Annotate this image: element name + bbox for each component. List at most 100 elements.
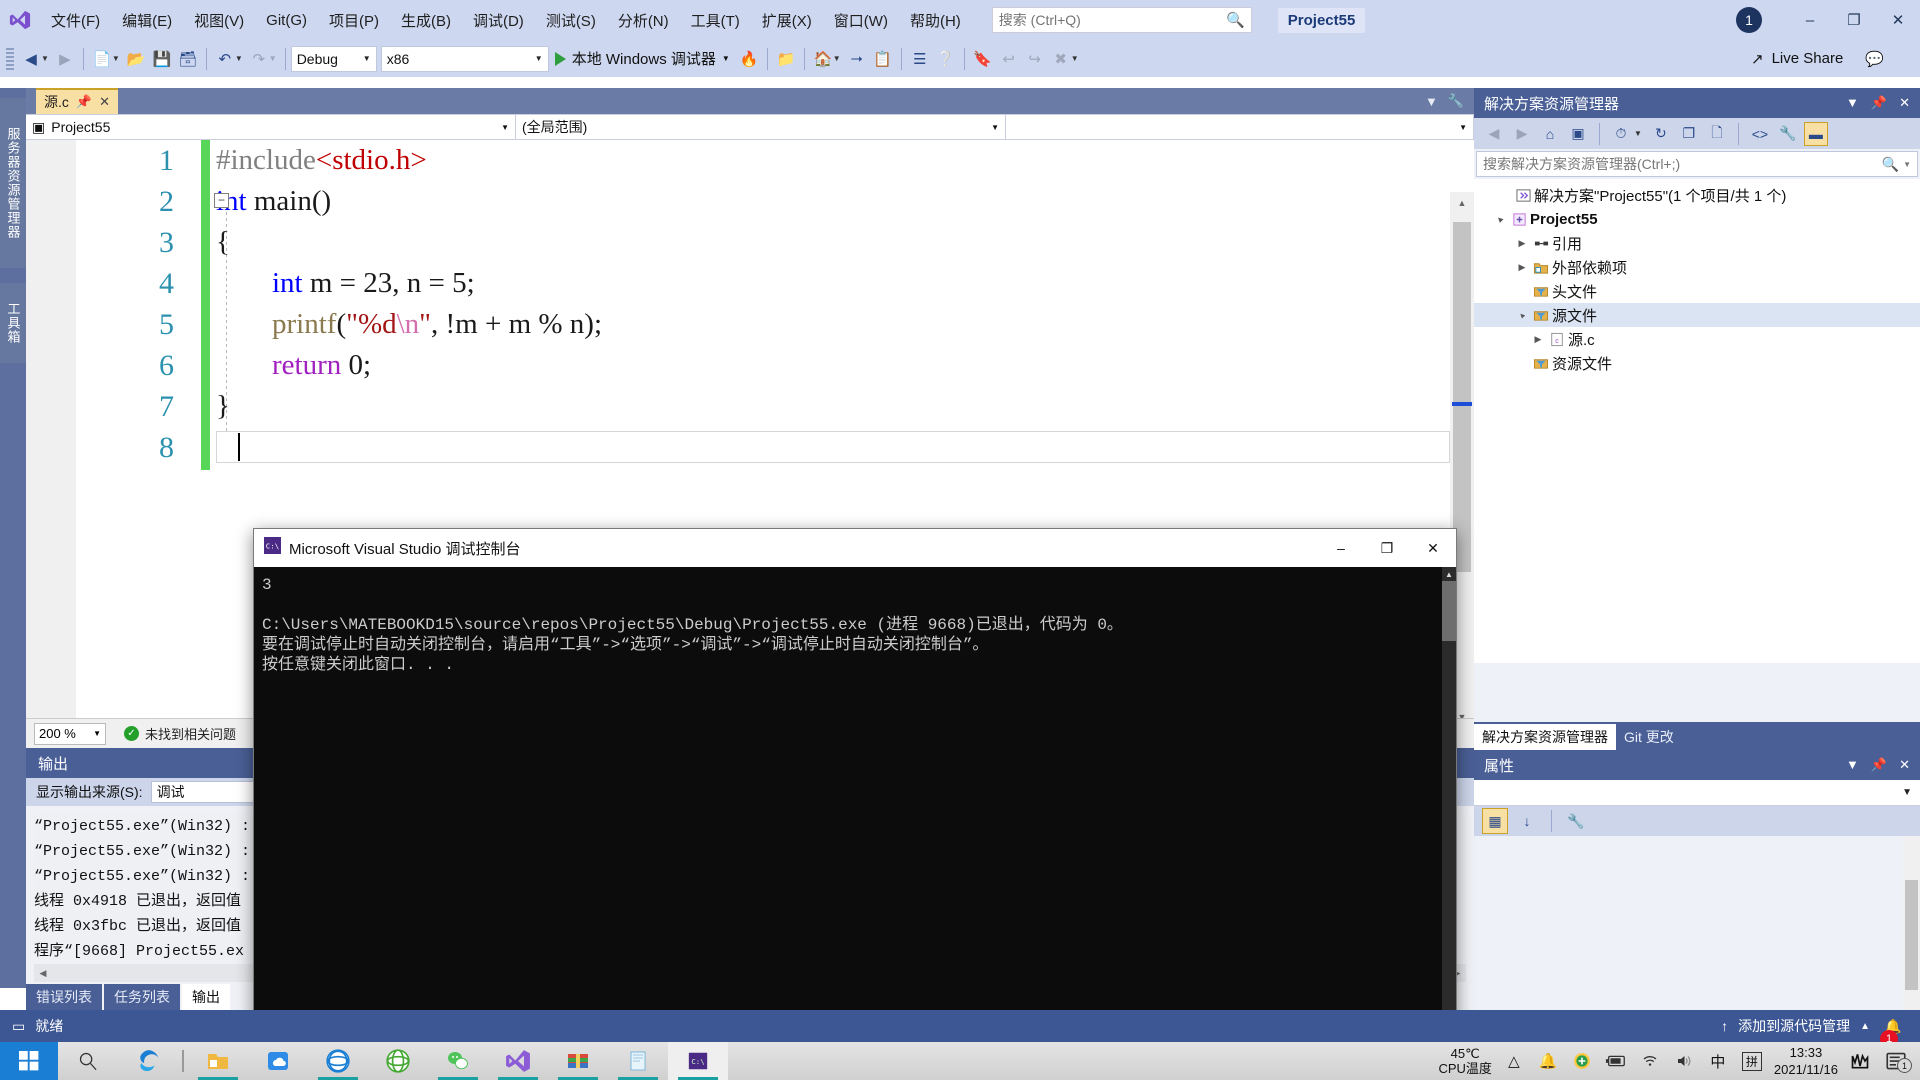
solution-tree[interactable]: 解决方案"Project55"(1 个项目/共 1 个) ▾ Project55… — [1474, 179, 1920, 663]
taskbar-console[interactable]: C:\ — [668, 1042, 728, 1080]
open-file-icon[interactable]: 📂 — [123, 46, 149, 72]
property-pages-icon[interactable]: 🔧 — [1563, 808, 1589, 834]
hot-reload-icon[interactable]: 🔥 — [736, 46, 762, 72]
scrollbar-thumb[interactable] — [1453, 222, 1471, 572]
menu-edit[interactable]: 编辑(E) — [111, 5, 183, 35]
console-close-button[interactable]: ✕ — [1410, 529, 1456, 567]
categorized-view-icon[interactable]: ▦ — [1482, 808, 1508, 834]
tree-node-resource-files[interactable]: 资源文件 — [1474, 351, 1920, 375]
menu-window[interactable]: 窗口(W) — [823, 5, 899, 35]
tab-solution-explorer[interactable]: 解决方案资源管理器 — [1474, 724, 1616, 750]
member-scope-combo-2[interactable]: ▼ — [1006, 114, 1474, 140]
ime-mode-icon[interactable]: 拼 — [1740, 1052, 1764, 1071]
tree-node-project[interactable]: ▾ Project55 — [1474, 207, 1920, 231]
minimize-button[interactable]: – — [1788, 0, 1832, 40]
chevron-up-icon[interactable]: △ — [1502, 1052, 1526, 1070]
chevron-down-icon[interactable]: ▼ — [1846, 757, 1859, 773]
menu-extensions[interactable]: 扩展(X) — [751, 5, 823, 35]
tree-arrow[interactable]: ▶ — [1514, 262, 1530, 273]
taskbar-browser-green[interactable] — [368, 1042, 428, 1080]
taskbar-onedrive[interactable] — [248, 1042, 308, 1080]
toolbar-grip[interactable] — [6, 48, 14, 70]
preview-selected-items-icon[interactable]: ▬ — [1804, 122, 1828, 146]
scroll-up-icon[interactable]: ▲ — [1450, 192, 1474, 214]
taskbar-notepad[interactable] — [608, 1042, 668, 1080]
alphabetical-sort-icon[interactable]: ↓ — [1514, 808, 1540, 834]
editor-tab-source-c[interactable]: 源.c 📌 ✕ — [36, 88, 118, 114]
solution-view-icon[interactable]: ▣ — [1566, 122, 1590, 146]
show-all-files-icon[interactable]: 🗋 — [1705, 122, 1729, 146]
code-text[interactable]: #include<stdio.h> int main() { int m = 2… — [216, 140, 1450, 427]
taskbar-clock[interactable]: 13:33 2021/11/16 — [1774, 1044, 1838, 1078]
solution-config-combo[interactable]: Debug ▼ — [291, 46, 377, 72]
vtab-server-explorer[interactable]: 服务器资源管理器 — [0, 98, 26, 268]
console-vertical-scrollbar[interactable]: ▲ ▼ — [1442, 567, 1456, 1027]
tree-node-references[interactable]: ▶ 引用 — [1474, 231, 1920, 255]
tree-arrow[interactable]: ▶ — [1514, 238, 1530, 249]
close-button[interactable]: ✕ — [1876, 0, 1920, 40]
close-icon[interactable]: ✕ — [1899, 757, 1910, 773]
menu-tools[interactable]: 工具(T) — [680, 5, 751, 35]
console-maximize-button[interactable]: ❐ — [1364, 529, 1410, 567]
tab-error-list[interactable]: 错误列表 — [26, 984, 102, 1010]
pin-icon[interactable]: 📌 — [76, 94, 92, 110]
vtab-toolbox[interactable]: 工具箱 — [0, 283, 26, 363]
taskbar-internet-explorer[interactable] — [308, 1042, 368, 1080]
scroll-left-icon[interactable]: ◀ — [34, 964, 52, 982]
collapse-all-icon[interactable]: ❐ — [1677, 122, 1701, 146]
chevron-down-icon[interactable]: ▼ — [1425, 94, 1438, 109]
toolbar-overflow-icon[interactable]: ▼ — [1071, 54, 1079, 63]
properties-icon[interactable]: 🔧 — [1776, 122, 1800, 146]
pointer-select-icon[interactable]: ⭢ — [844, 46, 870, 72]
preview-dropdown-icon[interactable]: ▼ — [833, 54, 841, 63]
pin-icon[interactable]: 📌 — [1871, 95, 1887, 111]
wifi-icon[interactable] — [1638, 1053, 1662, 1069]
menu-debug[interactable]: 调试(D) — [462, 5, 535, 35]
tree-arrow[interactable]: ▶ — [1530, 334, 1546, 345]
taskbar-wechat[interactable] — [428, 1042, 488, 1080]
breakpoint-gutter[interactable] — [26, 140, 76, 728]
menu-view[interactable]: 视图(V) — [183, 5, 255, 35]
comment-lines-icon[interactable]: ☰ — [907, 46, 933, 72]
taskbar-file-explorer[interactable] — [188, 1042, 248, 1080]
scroll-up-icon[interactable]: ▲ — [1442, 567, 1456, 581]
menu-project[interactable]: 项目(P) — [318, 5, 390, 35]
scrollbar-thumb[interactable] — [1442, 581, 1456, 641]
tree-arrow-expanded[interactable]: ▾ — [1512, 305, 1531, 324]
properties-object-combo[interactable]: ▼ — [1474, 780, 1920, 806]
tree-node-source-c[interactable]: ▶ c 源.c — [1474, 327, 1920, 351]
member-scope-combo[interactable]: (全局范围) ▼ — [516, 114, 1006, 140]
save-icon[interactable]: 💾 — [149, 46, 175, 72]
chevron-down-icon[interactable]: ▼ — [1903, 160, 1911, 169]
uncomment-lines-icon[interactable]: ❔ — [933, 46, 959, 72]
menu-file[interactable]: 文件(F) — [40, 5, 111, 35]
chevron-down-icon[interactable]: ▼ — [1846, 95, 1859, 111]
battery-icon[interactable] — [1604, 1054, 1628, 1068]
scrollbar-thumb[interactable] — [1905, 880, 1918, 990]
console-output[interactable]: 3 C:\Users\MATEBOOKD15\source\repos\Proj… — [254, 567, 1442, 1027]
pending-changes-icon[interactable]: ⏱ — [1609, 122, 1633, 146]
console-title-bar[interactable]: C:\ Microsoft Visual Studio 调试控制台 – ❐ ✕ — [254, 529, 1456, 567]
security-shield-icon[interactable] — [1570, 1052, 1594, 1070]
menu-test[interactable]: 测试(S) — [535, 5, 607, 35]
view-code-icon[interactable]: <> — [1748, 122, 1772, 146]
notification-badge[interactable]: 1 — [1736, 7, 1762, 33]
menu-git[interactable]: Git(G) — [255, 5, 318, 35]
taskbar-winrar[interactable] — [548, 1042, 608, 1080]
taskbar-visual-studio[interactable] — [488, 1042, 548, 1080]
chevron-up-icon[interactable]: ▲ — [1860, 1021, 1870, 1032]
close-icon[interactable]: ✕ — [99, 94, 110, 110]
new-file-dropdown-icon[interactable]: ▼ — [112, 54, 120, 63]
bell-icon[interactable]: 🔔 — [1536, 1052, 1560, 1070]
properties-grid[interactable] — [1474, 836, 1920, 1010]
tree-node-source-files[interactable]: ▾ 源文件 — [1474, 303, 1920, 327]
tab-output[interactable]: 输出 — [182, 984, 230, 1010]
taskbar-start-button[interactable] — [0, 1042, 58, 1080]
console-minimize-button[interactable]: – — [1318, 529, 1364, 567]
save-all-icon[interactable]: 🗃 — [175, 46, 201, 72]
search-input[interactable] — [999, 12, 1226, 28]
action-center-button[interactable]: 1 — [1882, 1051, 1910, 1071]
chevron-down-icon[interactable]: ▼ — [722, 54, 730, 63]
start-debug-button[interactable]: 本地 Windows 调试器 ▼ — [549, 45, 736, 73]
properties-vertical-scrollbar[interactable] — [1903, 836, 1920, 1010]
